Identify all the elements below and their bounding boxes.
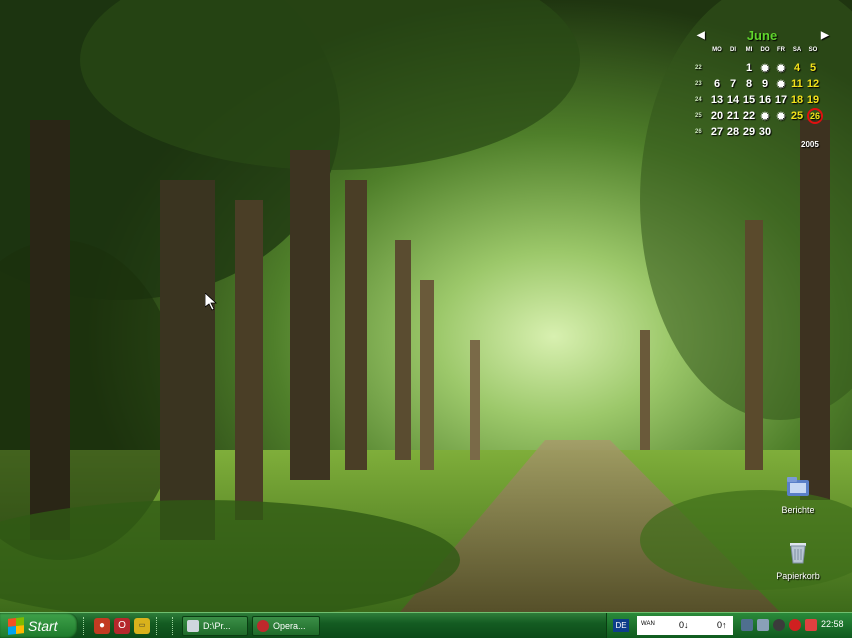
calendar-week-number: 23 bbox=[695, 81, 702, 87]
tray-app-icon[interactable] bbox=[741, 619, 753, 631]
calendar-day[interactable]: ✹ bbox=[773, 110, 789, 123]
mouse-cursor-icon bbox=[205, 293, 217, 311]
clock[interactable]: 22:58 bbox=[821, 619, 844, 629]
taskbar: Start ● O ▭ D:\Pr... Opera... DE WAN 0↓ … bbox=[0, 612, 852, 638]
calendar-year: 2005 bbox=[801, 140, 819, 149]
network-label: WAN bbox=[641, 621, 655, 627]
quicklaunch-browser-icon[interactable]: ● bbox=[94, 618, 110, 634]
calendar-week-number: 22 bbox=[695, 65, 702, 71]
calendar-week-number: 24 bbox=[695, 97, 702, 103]
taskbar-separator bbox=[172, 617, 175, 635]
calendar-day[interactable]: 13 bbox=[709, 94, 725, 106]
desktop-icon-berichte[interactable]: Berichte bbox=[768, 472, 828, 515]
calendar-day[interactable]: 30 bbox=[757, 126, 773, 138]
start-label: Start bbox=[28, 617, 58, 634]
calendar-day[interactable]: 29 bbox=[741, 126, 757, 138]
calendar-today[interactable]: 26 bbox=[807, 108, 823, 124]
calendar-day[interactable]: 11 bbox=[789, 78, 805, 90]
calendar-day[interactable]: 19 bbox=[805, 94, 821, 106]
calendar-weekday-header: SO bbox=[808, 47, 818, 53]
calendar-day[interactable]: 27 bbox=[709, 126, 725, 138]
task-label: D:\Pr... bbox=[203, 621, 231, 631]
calendar-grid: 22 1 ✹ ✹ 4 5 23 6 7 8 9 ✹ 11 12 24 13 14 15 16 17 18 19 25 20 21… bbox=[695, 60, 825, 140]
calendar-day[interactable]: 21 bbox=[725, 110, 741, 122]
tray-security-icon[interactable] bbox=[789, 619, 801, 631]
desktop-icon-papierkorb[interactable]: Papierkorb bbox=[768, 538, 828, 581]
calendar-week-row: 24 13 14 15 16 17 18 19 bbox=[695, 92, 825, 108]
system-tray: DE WAN 0↓ 0↑ 22:58 bbox=[606, 613, 852, 638]
tray-alert-icon[interactable] bbox=[805, 619, 817, 631]
calendar-day[interactable]: 7 bbox=[725, 78, 741, 90]
calendar-day[interactable]: 8 bbox=[741, 78, 757, 90]
calendar-week-row: 23 6 7 8 9 ✹ 11 12 bbox=[695, 76, 825, 92]
calendar-weekday-header: DO bbox=[760, 47, 770, 53]
calendar-day[interactable]: ✹ bbox=[773, 62, 789, 75]
task-button-explorer[interactable]: D:\Pr... bbox=[182, 616, 248, 636]
calendar-day[interactable]: 6 bbox=[709, 78, 725, 90]
network-upload: 0↑ bbox=[717, 620, 727, 630]
calendar-day[interactable]: 25 bbox=[789, 110, 805, 122]
calendar-day[interactable]: 14 bbox=[725, 94, 741, 106]
calendar-weekday-header: FR bbox=[777, 47, 785, 53]
calendar-day[interactable]: 16 bbox=[757, 94, 773, 106]
task-button-opera[interactable]: Opera... bbox=[252, 616, 320, 636]
calendar-week-number: 26 bbox=[695, 129, 702, 135]
calendar-month: June bbox=[746, 28, 778, 43]
calendar-day[interactable]: 20 bbox=[709, 110, 725, 122]
desktop[interactable]: ◀ June ▶ MO DI MI DO FR SA SO 22 1 ✹ ✹ 4 5 23 6 7 8 9 ✹ 11… bbox=[0, 0, 852, 612]
calendar-day[interactable]: 12 bbox=[805, 78, 821, 90]
calendar-weekday-header: DI bbox=[730, 47, 736, 53]
start-button[interactable]: Start bbox=[0, 613, 78, 638]
explorer-icon bbox=[187, 620, 199, 632]
tray-volume-icon[interactable] bbox=[773, 619, 785, 631]
calendar-day[interactable]: 9 bbox=[757, 78, 773, 90]
tray-monitor-icon[interactable] bbox=[757, 619, 769, 631]
calendar-day[interactable]: 4 bbox=[789, 62, 805, 74]
calendar-day[interactable]: 17 bbox=[773, 94, 789, 106]
calendar-weekday-header: MI bbox=[745, 47, 753, 53]
opera-icon bbox=[257, 620, 269, 632]
quicklaunch-opera-icon[interactable]: O bbox=[114, 618, 130, 634]
desktop-icon-label: Papierkorb bbox=[776, 571, 820, 581]
calendar-day[interactable]: ✹ bbox=[773, 78, 789, 91]
calendar-day[interactable]: 22 bbox=[741, 110, 757, 122]
calendar-weekday-header: MO bbox=[712, 47, 722, 53]
next-month-arrow-icon[interactable]: ▶ bbox=[821, 30, 829, 41]
network-download: 0↓ bbox=[679, 620, 689, 630]
taskbar-separator bbox=[156, 617, 159, 635]
calendar-day[interactable]: ✹ bbox=[757, 62, 773, 75]
calendar-day[interactable]: 5 bbox=[805, 62, 821, 74]
calendar-day[interactable]: ✹ bbox=[757, 110, 773, 123]
calendar-day[interactable]: 1 bbox=[741, 62, 757, 74]
calendar-day[interactable]: 15 bbox=[741, 94, 757, 106]
quicklaunch-app-icon[interactable]: ▭ bbox=[134, 618, 150, 634]
recycle-bin-icon bbox=[790, 543, 806, 564]
calendar-week-row: 25 20 21 22 ✹ ✹ 25 26 bbox=[695, 108, 825, 124]
calendar-week-number: 25 bbox=[695, 113, 702, 119]
calendar-weekday-header: SA bbox=[792, 47, 802, 53]
windows-logo-icon bbox=[8, 616, 24, 635]
calendar-day[interactable]: 28 bbox=[725, 126, 741, 138]
calendar-day[interactable]: 18 bbox=[789, 94, 805, 106]
calendar-week-row: 26 27 28 29 30 bbox=[695, 124, 825, 140]
language-indicator[interactable]: DE bbox=[613, 619, 629, 632]
calendar-weekday-headers: MO DI MI DO FR SA SO bbox=[709, 47, 821, 53]
desktop-icon-label: Berichte bbox=[781, 505, 815, 515]
taskbar-separator bbox=[83, 617, 86, 635]
task-label: Opera... bbox=[273, 621, 306, 631]
calendar-week-row: 22 1 ✹ ✹ 4 5 bbox=[695, 60, 825, 76]
folder-berichte-icon bbox=[787, 477, 809, 496]
network-monitor[interactable]: WAN 0↓ 0↑ bbox=[637, 616, 733, 635]
